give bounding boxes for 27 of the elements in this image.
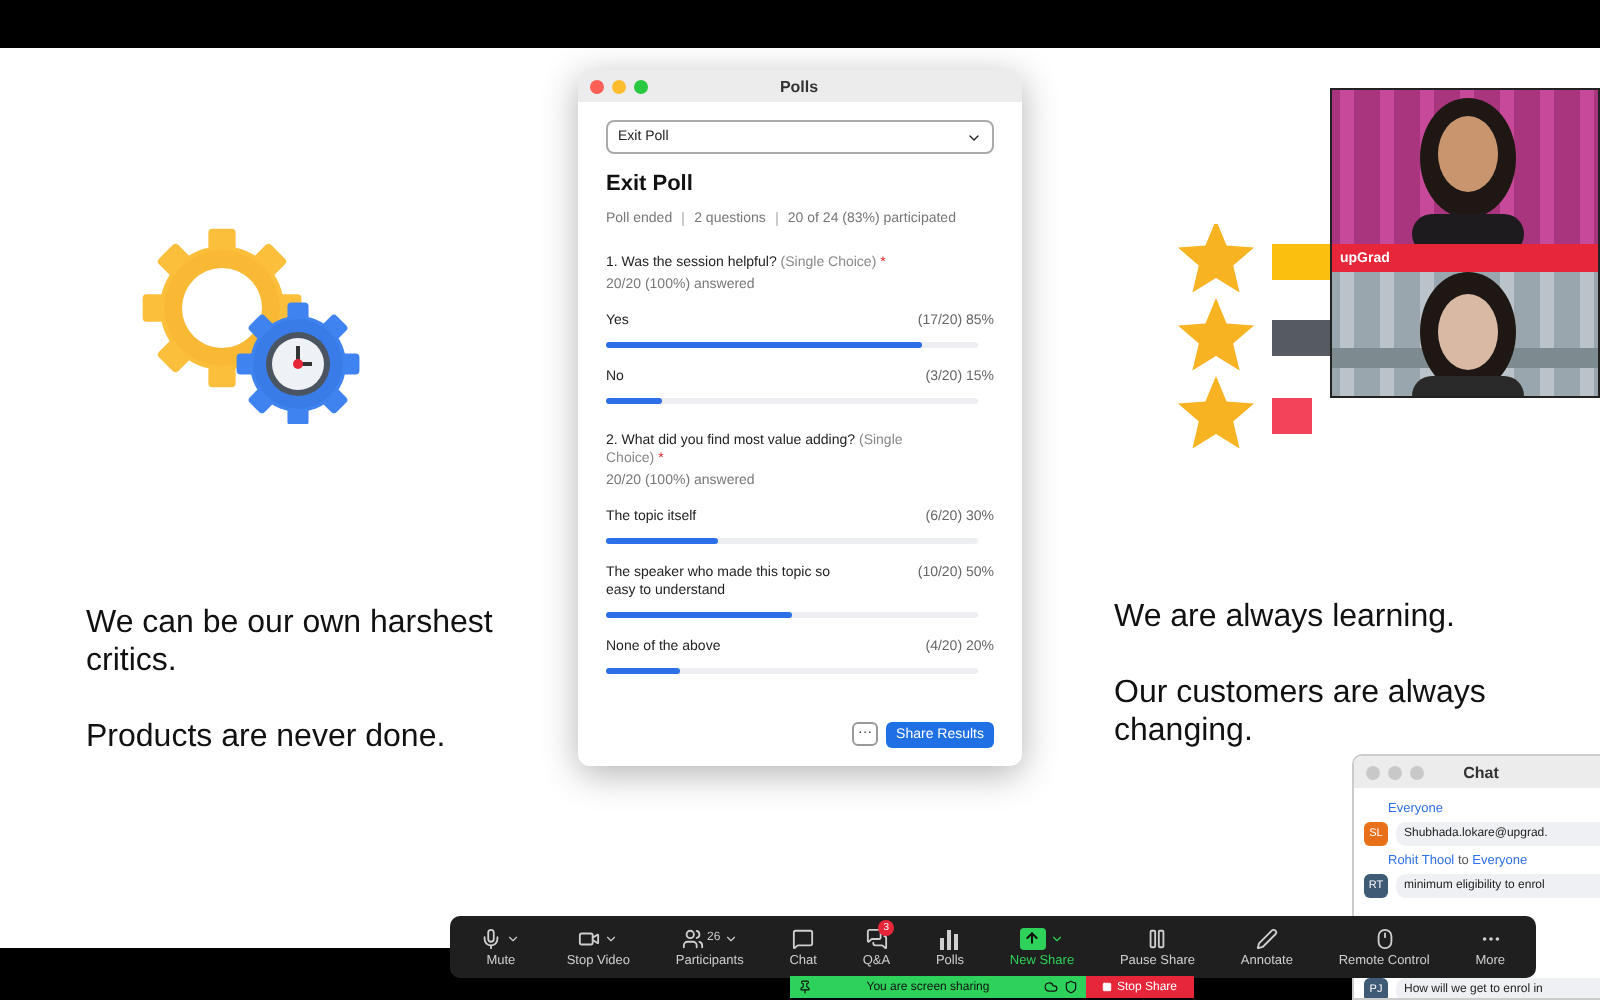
window-title: Chat [1461,763,1501,781]
share-screen-icon [1019,927,1046,949]
zoom-button[interactable] [1410,765,1424,779]
people-icon [681,927,704,949]
speech-bubble-icon [792,927,815,949]
video-camera-icon [578,927,601,949]
close-button[interactable] [1366,765,1380,779]
poll-title: Exit Poll [606,172,695,196]
slide-text: Our customers are always changing. [1114,674,1488,750]
microphone-icon [480,927,503,949]
slide-text: We can be our own harshest critics. [86,604,495,680]
minimize-button[interactable] [612,79,626,93]
zoom-button[interactable] [634,79,648,93]
slide-text: Products are never done. [86,718,448,756]
pause-icon [1146,927,1169,949]
speech-bubbles-icon [865,927,888,949]
stop-icon [1102,982,1113,992]
minimize-button[interactable] [1388,765,1402,779]
shield-icon [1064,980,1078,994]
window-title: Polls [777,77,821,95]
mouse-icon [1373,927,1396,949]
close-button[interactable] [590,79,604,93]
pin-icon [798,980,812,994]
pen-icon [1255,927,1278,949]
bar-chart-icon [938,927,961,949]
slide-text: We are always learning. [1114,598,1457,636]
cloud-icon [1044,980,1058,994]
